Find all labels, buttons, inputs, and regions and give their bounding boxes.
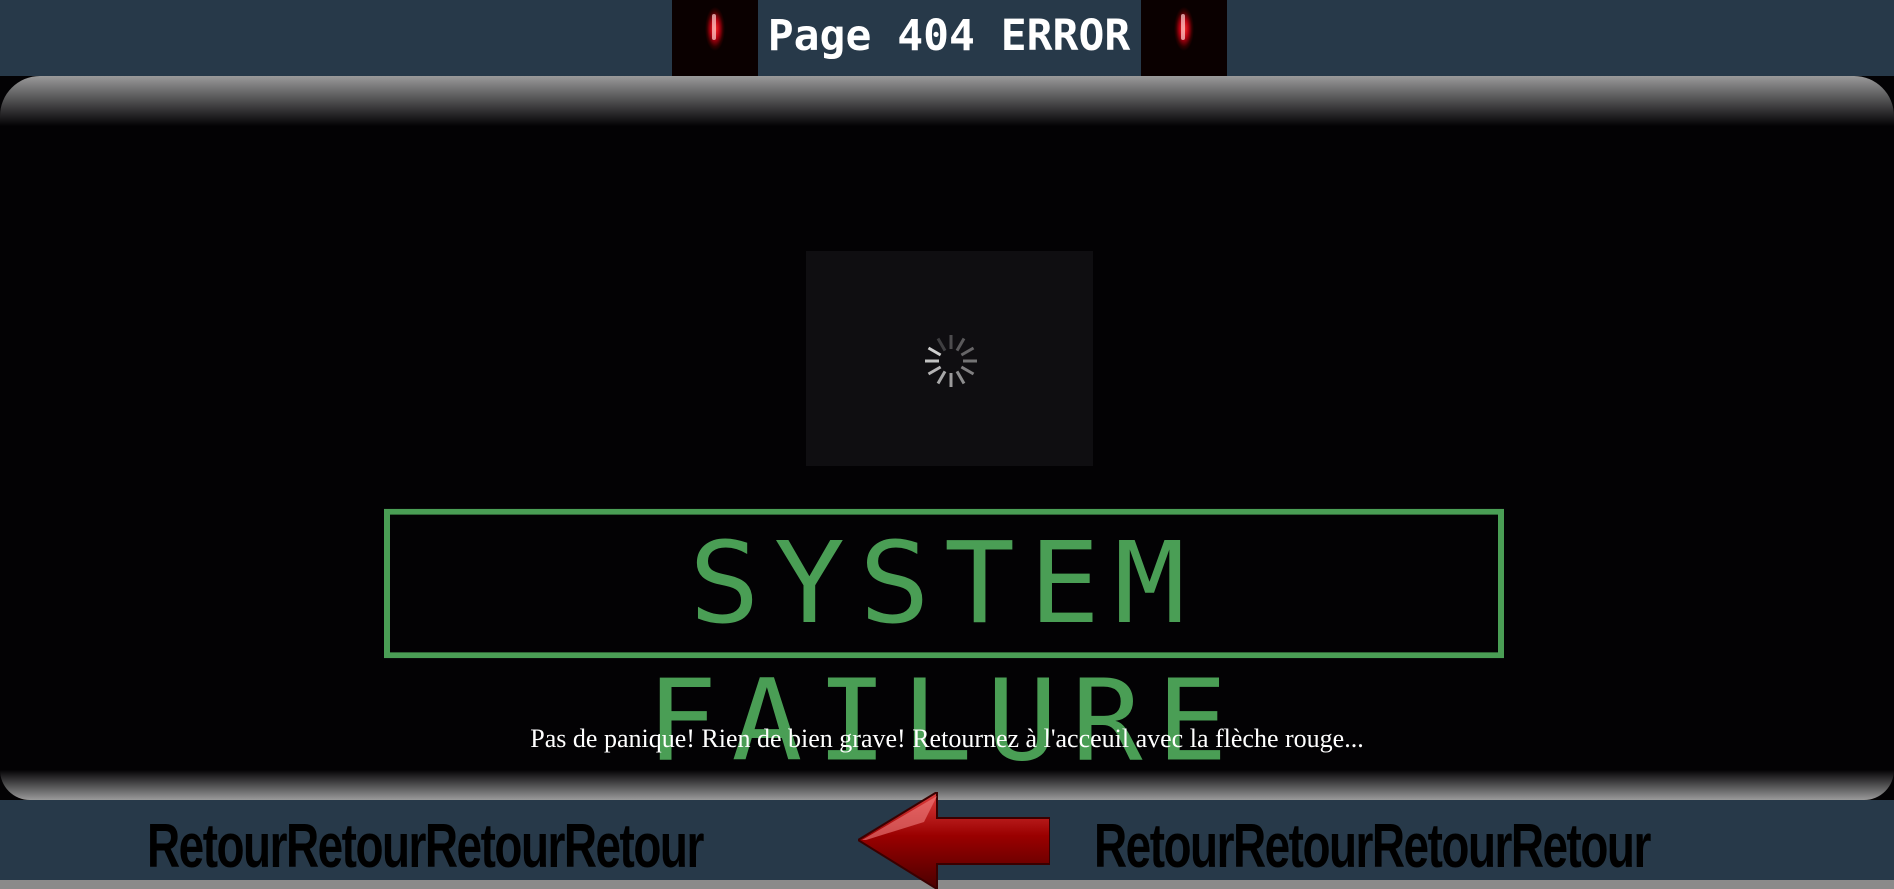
spinner-tick [955,370,966,385]
red-siren-icon [1141,0,1227,76]
loading-spinner-icon [925,335,977,387]
red-siren-icon [672,0,758,76]
loading-box [806,251,1093,466]
header: Page 404 ERROR [0,0,1894,76]
retour-link-right[interactable]: RetourRetourRetourRetour [1094,812,1651,882]
spinner-tick [927,346,942,357]
red-arrow-left-icon[interactable] [858,792,1050,889]
spinner-tick [936,337,947,352]
system-failure-banner: SYSTEM FAILURE [384,508,1504,786]
spinner-tick [960,346,975,357]
retour-link-left[interactable]: RetourRetourRetourRetour [147,812,704,882]
spinner-tick [955,337,966,352]
spinner-tick [960,365,975,376]
page-title: Page 404 ERROR [767,11,1131,61]
spinner-tick [927,365,942,376]
spinner-tick [936,370,947,385]
caption-text: Pas de panique! Rien de bien grave! Reto… [530,724,1364,753]
